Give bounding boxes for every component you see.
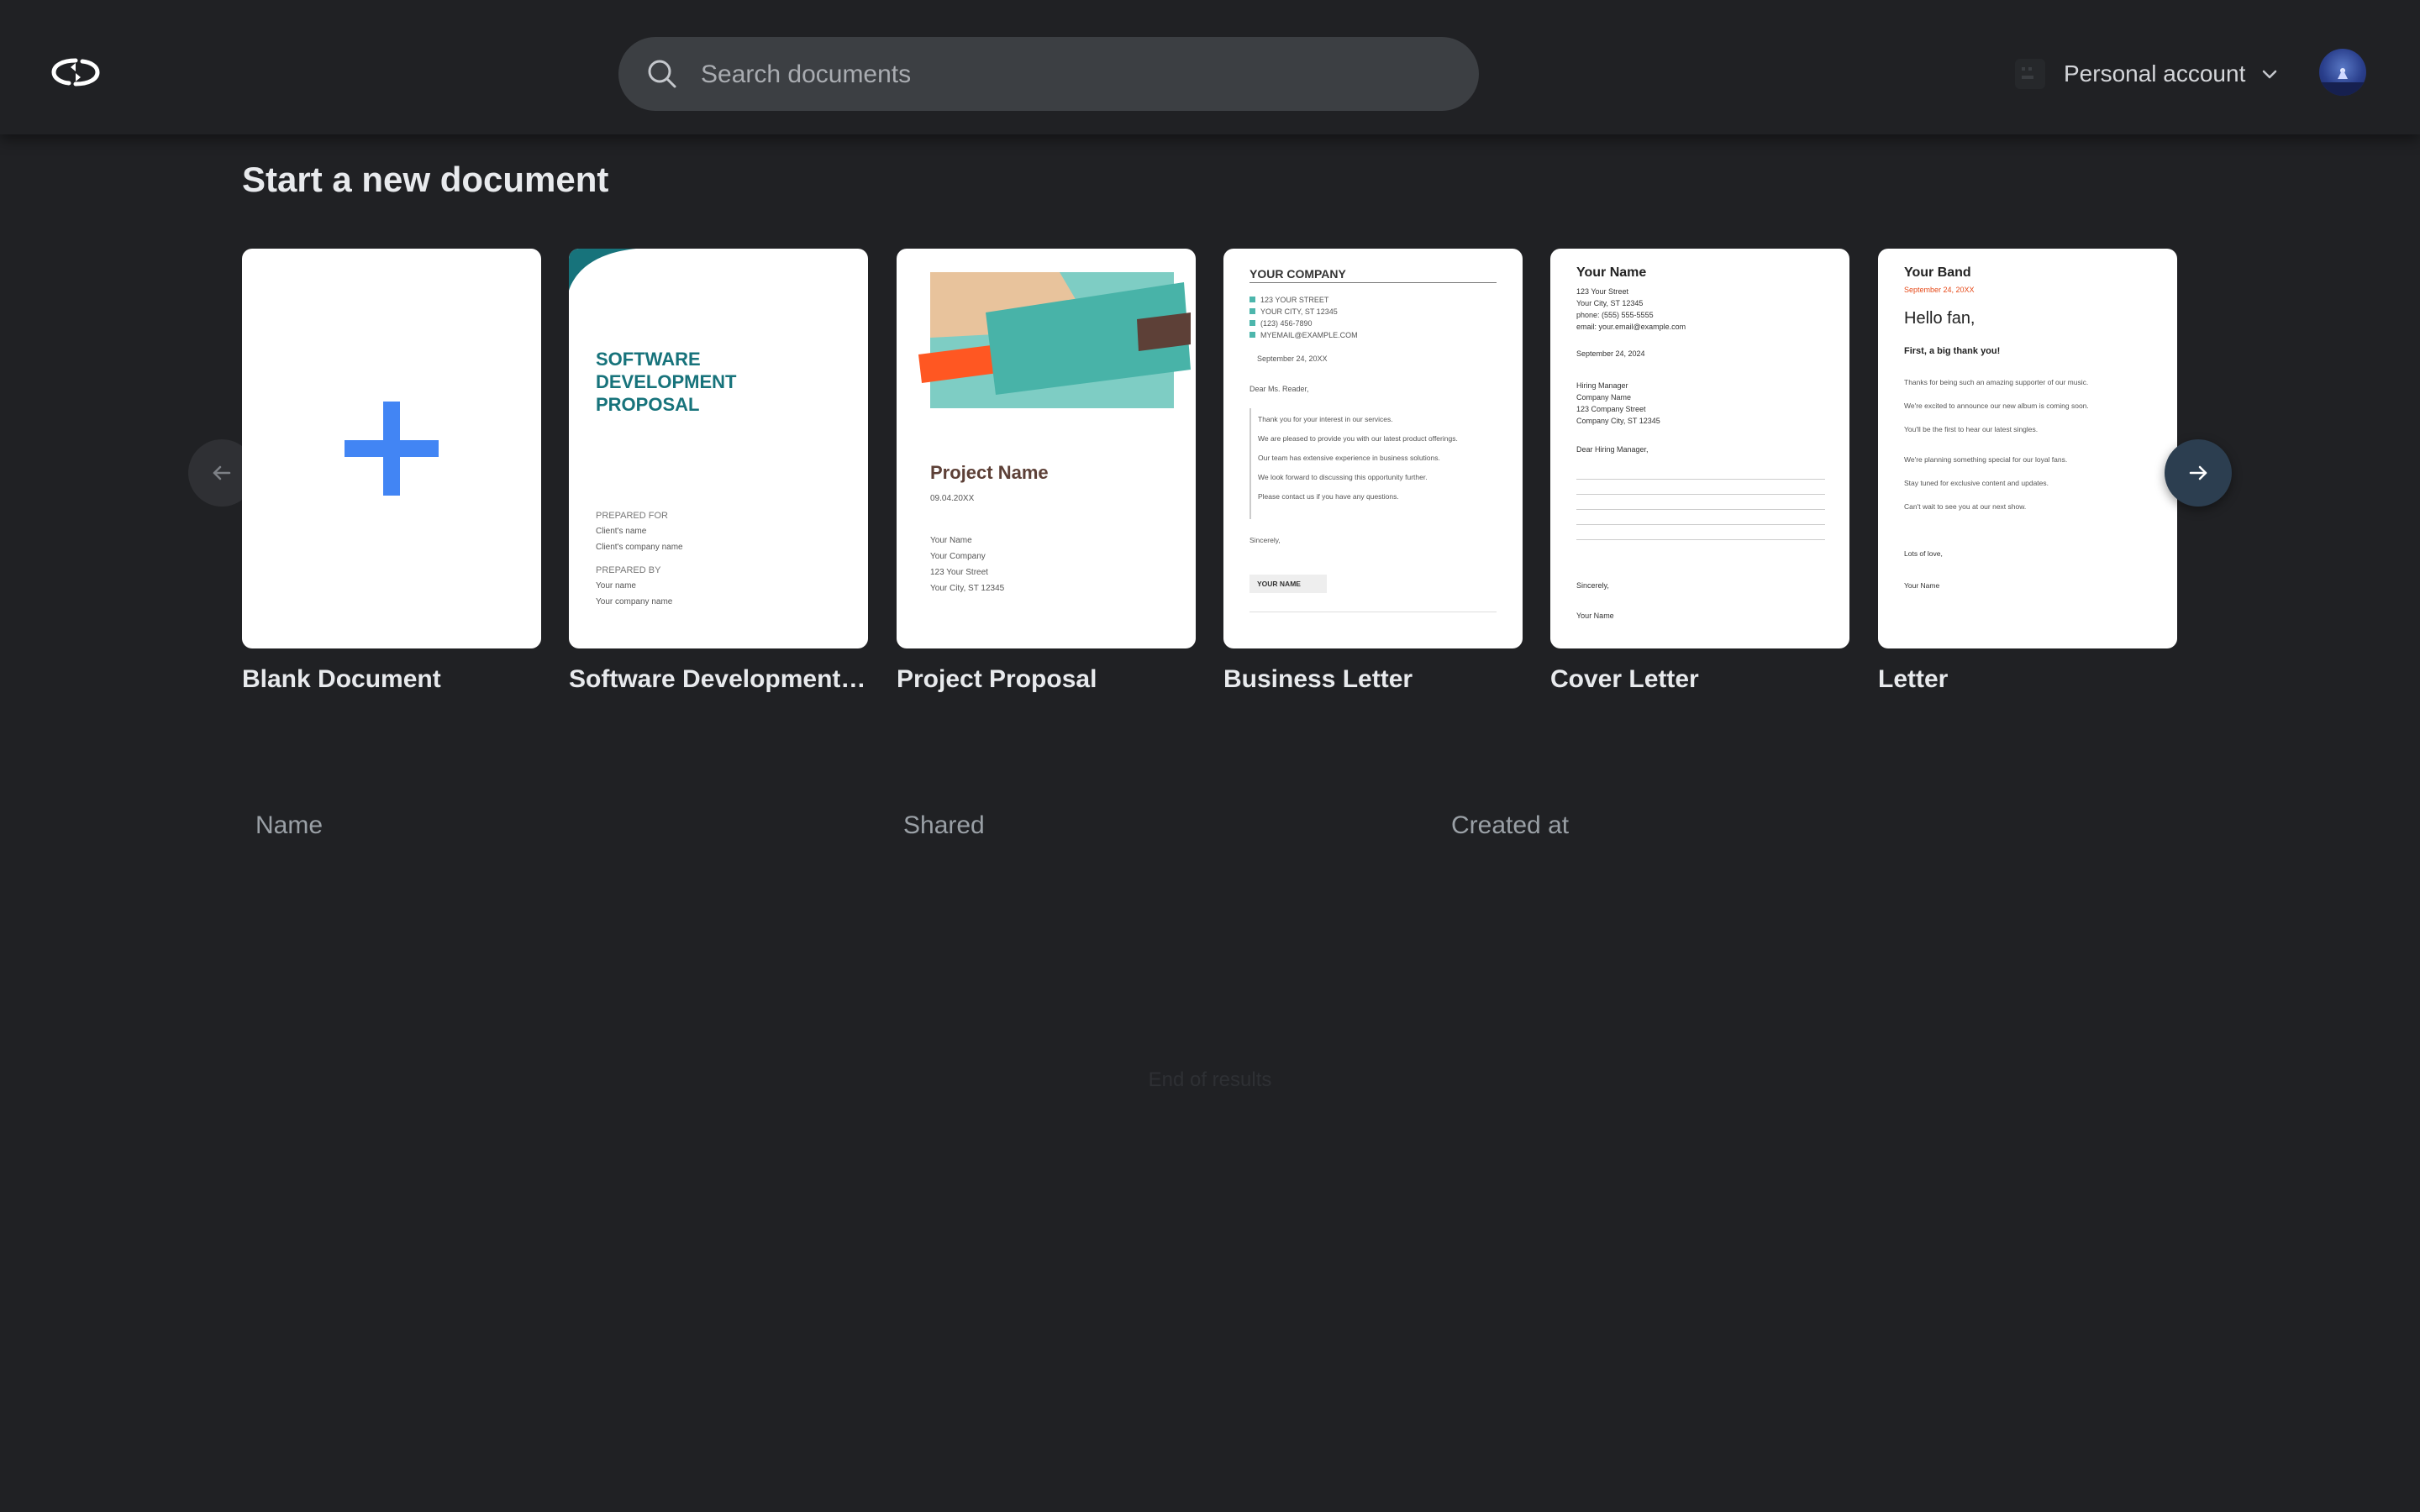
prepared-by-label: PREPARED BY bbox=[596, 565, 661, 575]
search-icon bbox=[648, 60, 676, 88]
letter-greeting: Dear Ms. Reader, bbox=[1249, 385, 1309, 393]
template-card-project-proposal[interactable]: Project Name 09.04.20XX Your Name Your C… bbox=[897, 249, 1196, 648]
company-contact: 123 YOUR STREET YOUR CITY, ST 12345 (123… bbox=[1249, 294, 1358, 341]
your-name: Your name bbox=[596, 581, 636, 591]
letter-closing: Lots of love, bbox=[1904, 549, 1943, 558]
letter-hello: Hello fan, bbox=[1904, 309, 1975, 328]
template-card-business-letter[interactable]: YOUR COMPANY 123 YOUR STREET YOUR CITY, … bbox=[1223, 249, 1523, 648]
column-header-created-at[interactable]: Created at bbox=[1451, 811, 1569, 840]
letter-body: Thanks for being such an amazing support… bbox=[1904, 378, 2089, 511]
quote-bar bbox=[1249, 408, 1251, 519]
plus-icon bbox=[345, 402, 439, 496]
proposal-title: SOFTWARE DEVELOPMENT PROPOSAL bbox=[596, 349, 737, 415]
template-card-cover-letter[interactable]: Your Name 123 Your Street Your City, ST … bbox=[1550, 249, 1849, 648]
template-label[interactable]: Business Letter bbox=[1223, 665, 1526, 694]
app-logo-icon[interactable] bbox=[50, 55, 101, 89]
letter-body: Thank you for your interest in our servi… bbox=[1258, 415, 1458, 501]
template-label[interactable]: Cover Letter bbox=[1550, 665, 1853, 694]
cover-signature: Your Name bbox=[1576, 612, 1614, 620]
cover-greeting: Dear Hiring Manager, bbox=[1576, 445, 1649, 454]
applicant-name: Your Name bbox=[1576, 265, 1647, 280]
template-label[interactable]: Letter bbox=[1878, 665, 2181, 694]
avatar[interactable] bbox=[2319, 49, 2366, 96]
letter-subtitle: First, a big thank you! bbox=[1904, 346, 2001, 356]
applicant-address: 123 Your Street Your City, ST 12345 phon… bbox=[1576, 287, 1686, 331]
project-name: Project Name bbox=[930, 462, 1049, 483]
account-switcher[interactable]: Personal account bbox=[2013, 54, 2279, 94]
carousel-next-button[interactable] bbox=[2165, 439, 2232, 507]
project-contact: Your Name Your Company 123 Your Street Y… bbox=[930, 536, 1005, 593]
prepared-for-label: PREPARED FOR bbox=[596, 511, 668, 521]
chevron-down-icon bbox=[2263, 70, 2277, 79]
letter-signature: YOUR NAME bbox=[1257, 580, 1301, 588]
template-card-software-proposal[interactable]: SOFTWARE DEVELOPMENT PROPOSAL PREPARED F… bbox=[569, 249, 868, 648]
search-input[interactable] bbox=[699, 37, 1442, 113]
cover-closing: Sincerely, bbox=[1576, 581, 1609, 590]
arrow-right-icon bbox=[2189, 465, 2207, 480]
project-date: 09.04.20XX bbox=[930, 494, 975, 503]
template-card-blank[interactable] bbox=[242, 249, 541, 648]
divider bbox=[1249, 282, 1497, 283]
recipient-address: Hiring Manager Company Name 123 Company … bbox=[1576, 381, 1660, 425]
letter-date: September 24, 20XX bbox=[1257, 354, 1328, 363]
company-name: YOUR COMPANY bbox=[1249, 267, 1346, 281]
section-title: Start a new document bbox=[242, 160, 609, 199]
template-label[interactable]: Blank Document bbox=[242, 665, 544, 694]
client-name: Client's name bbox=[596, 527, 647, 536]
end-of-results: End of results bbox=[1148, 1068, 1272, 1091]
letter-date: September 24, 20XX bbox=[1904, 286, 1975, 294]
band-name: Your Band bbox=[1904, 265, 1971, 280]
column-header-name[interactable]: Name bbox=[255, 811, 323, 840]
account-icon bbox=[2015, 59, 2045, 89]
template-label[interactable]: Software Development P... bbox=[569, 665, 871, 694]
corner-decoration bbox=[569, 249, 636, 291]
search-bar[interactable] bbox=[618, 37, 1479, 113]
top-bar: Personal account bbox=[0, 0, 2420, 134]
letter-signature: Your Name bbox=[1904, 581, 1940, 590]
arrow-left-icon bbox=[213, 465, 231, 480]
cover-graphic bbox=[918, 272, 1191, 408]
template-card-letter[interactable]: Your Band September 24, 20XX Hello fan, … bbox=[1878, 249, 2177, 648]
your-company: Your company name bbox=[596, 597, 673, 606]
cover-date: September 24, 2024 bbox=[1576, 349, 1645, 358]
client-company: Client's company name bbox=[596, 543, 683, 552]
column-header-shared[interactable]: Shared bbox=[903, 811, 985, 840]
letter-closing: Sincerely, bbox=[1249, 536, 1281, 544]
avatar-image bbox=[2319, 68, 2366, 96]
account-label: Personal account bbox=[2064, 60, 2246, 87]
template-label[interactable]: Project Proposal bbox=[897, 665, 1199, 694]
